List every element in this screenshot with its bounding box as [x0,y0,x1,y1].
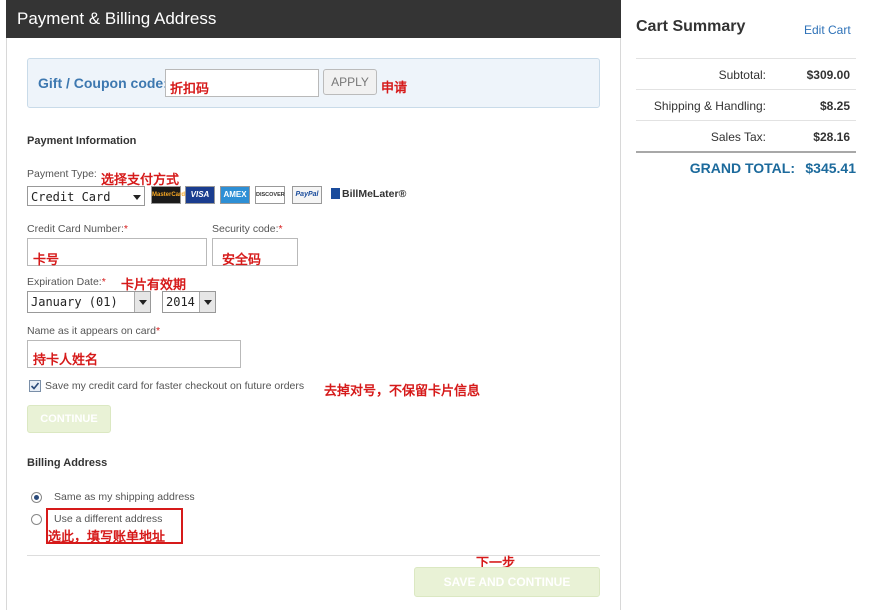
apply-note: 申请 [381,81,408,96]
exp-month-select[interactable]: January (01) [27,291,151,313]
name-on-card-value: 持卡人姓名 [33,353,99,368]
payment-section-title: Payment Information [27,135,137,147]
cc-number-label: Credit Card Number:* [27,223,128,235]
apply-button[interactable]: APPLY [323,69,377,95]
mastercard-icon: MasterCard [151,186,185,204]
grand-total-value: $345.41 [805,160,856,176]
security-code-value: 安全码 [222,253,262,268]
payment-type-value: Credit Card [31,190,111,204]
paypal-icon: PayPal [292,186,322,204]
exp-year-value: 2014 [166,295,195,309]
payment-type-label: Payment Type: [27,168,97,180]
amex-icon: AMEX [220,186,250,204]
security-code-input[interactable]: 安全码 [212,238,298,268]
grand-total-row: GRAND TOTAL: $345.41 [636,159,856,179]
visa-icon: VISA [185,186,215,204]
different-address-note: 选此，填写账单地址 [48,530,166,545]
billmelater-check-icon [331,188,340,199]
chevron-down-icon [133,195,141,200]
coupon-label: Gift / Coupon code: [38,75,168,91]
cart-summary-title: Cart Summary [636,18,746,35]
different-address-label: Use a different address [54,513,163,525]
summary-row-shipping: Shipping & Handling: $8.25 [636,89,856,120]
continue-button[interactable]: CONTINUE [27,405,111,433]
summary-row-subtotal: Subtotal: $309.00 [636,58,856,89]
summary-row-tax: Sales Tax: $28.16 [636,120,856,151]
checkmark-icon [30,382,40,390]
save-card-label: Save my credit card for faster checkout … [45,380,305,392]
save-card-note: 去掉对号，不保留卡片信息 [324,384,481,399]
same-address-label: Same as my shipping address [54,491,195,503]
panel-header: Payment & Billing Address [6,0,621,38]
billing-section-title: Billing Address [27,457,108,469]
cc-number-value: 卡号 [33,253,60,268]
name-on-card-label: Name as it appears on card* [27,325,161,337]
same-address-radio[interactable] [31,492,42,503]
save-card-checkbox[interactable] [29,380,41,392]
name-on-card-input[interactable]: 持卡人姓名 [27,340,241,368]
exp-month-value: January (01) [31,295,118,309]
exp-year-select[interactable]: 2014 [162,291,216,313]
grand-total-label: GRAND TOTAL: [689,160,795,176]
radio-dot-icon [34,495,39,500]
chevron-down-icon [204,300,212,305]
different-address-radio[interactable] [31,514,42,525]
coupon-input[interactable]: 折扣码 [165,69,319,97]
cc-number-input[interactable]: 卡号 [27,238,207,268]
summary-total-divider [636,151,856,153]
expiration-label: Expiration Date:* [27,276,106,288]
save-and-continue-button[interactable]: SAVE AND CONTINUE [414,567,600,597]
chevron-down-icon [139,300,147,305]
edit-cart-link[interactable]: Edit Cart [804,23,851,37]
coupon-input-value: 折扣码 [170,82,210,97]
billmelater-logo: BillMeLater® [342,188,407,200]
payment-type-select[interactable]: Credit Card [27,186,145,206]
security-code-label: Security code:* [212,223,283,235]
discover-icon: DISCOVER [255,186,285,204]
